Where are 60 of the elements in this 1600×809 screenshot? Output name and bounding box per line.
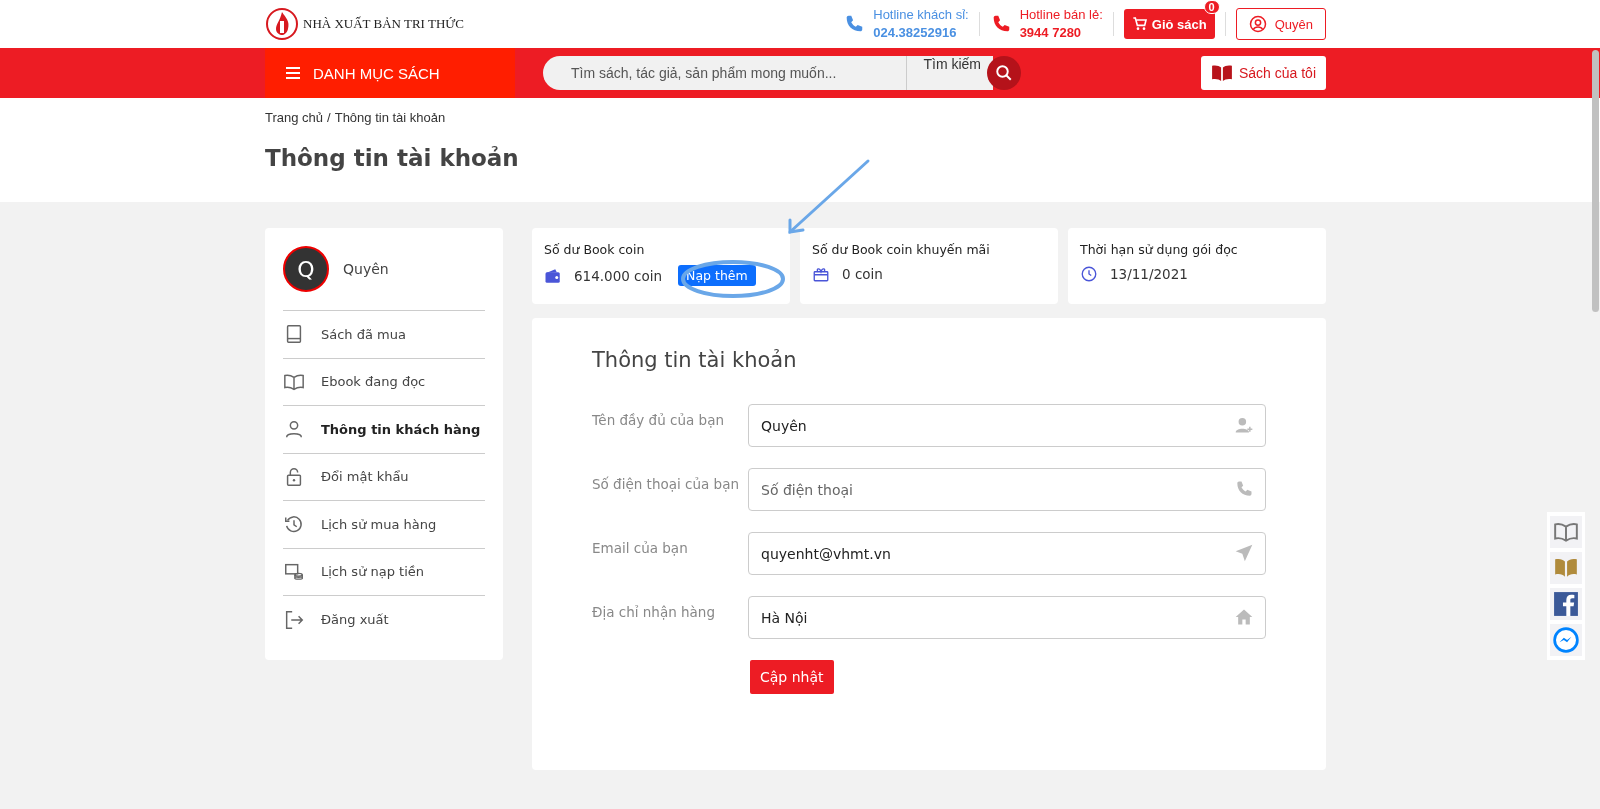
stat-title: Số dư Book coin khuyến mãi (812, 242, 991, 257)
update-button[interactable]: Cập nhật (750, 660, 834, 694)
publisher-name: NHÀ XUẤT BẢN TRI THỨC (303, 16, 465, 32)
breadcrumb-link[interactable]: Thông tin tài khoản (334, 110, 446, 125)
hotline-label: Hotline khách sỉ: (873, 6, 969, 24)
floating-button[interactable] (1550, 516, 1582, 548)
floating-button[interactable] (1550, 624, 1582, 656)
hotline-label: Hotline bán lẻ: (1019, 6, 1103, 24)
open-book-icon (1210, 64, 1233, 82)
page-title: Thông tin tài khoản (265, 145, 520, 171)
floating-button[interactable] (1550, 588, 1582, 620)
user-circle-icon (1248, 15, 1267, 33)
clock-icon (1080, 265, 1098, 283)
menu-icon (285, 66, 301, 80)
stat-value: 614.000 coin (574, 267, 663, 284)
text-field[interactable]: Hà Nội (748, 596, 1266, 639)
breadcrumb-separator: / (327, 110, 331, 125)
search-icon (995, 64, 1013, 82)
sidebar-menu-item[interactable]: Đổi mật khẩu (283, 453, 485, 501)
stat-title: Số dư Book coin (544, 242, 646, 257)
form-title: Thông tin tài khoản (592, 348, 798, 372)
account-button[interactable]: Quyên (1235, 8, 1326, 40)
gift-icon (812, 265, 830, 283)
category-menu-button[interactable]: DANH MỤC SÁCH (265, 48, 515, 98)
stat-title: Thời hạn sử dụng gói đọc (1080, 242, 1239, 257)
sidebar-menu-item[interactable]: Ebook đang đọc (283, 358, 485, 406)
text-field[interactable]: quyenht@vhmt.vn (748, 532, 1266, 575)
field-label: Email của bạn (592, 539, 689, 556)
sidebar-menu-item[interactable]: Thông tin khách hàng (283, 406, 485, 454)
stat-value: 13/11/2021 (1110, 266, 1188, 282)
facebook-icon (1553, 591, 1579, 617)
scrollbar[interactable] (1592, 50, 1599, 312)
cart-count-badge: 0 (1203, 0, 1220, 14)
text-field[interactable]: Số điện thoại (748, 468, 1266, 511)
sidebar-menu-item[interactable]: Lịch sử mua hàng (283, 501, 485, 549)
exit-icon (283, 608, 305, 631)
messenger-icon (1553, 627, 1579, 653)
avatar: Q (283, 246, 329, 292)
breadcrumb-link[interactable]: Trang chủ (265, 110, 324, 125)
sidebar-menu-item[interactable]: Lịch sử nạp tiền (283, 548, 485, 596)
hotline-number[interactable]: 3944 7280 (1019, 24, 1103, 42)
flame-logo-icon (265, 7, 299, 41)
person-add-icon (1234, 415, 1254, 435)
user-name: Quyên (343, 261, 389, 277)
search-field[interactable]: Tìm sách, tác giả, sản phẩm mong muốn... (543, 56, 907, 90)
field-label: Địa chỉ nhận hàng (592, 603, 716, 620)
cart-icon (1131, 16, 1148, 32)
sidebar-menu-item[interactable]: Sách đã mua (283, 311, 485, 359)
sidebar-menu-item[interactable]: Đăng xuất (283, 596, 485, 644)
home-icon (1234, 607, 1254, 627)
text-field[interactable]: Quyên (748, 404, 1266, 447)
phone-icon (1234, 479, 1254, 499)
stat-value: 0 coin (842, 266, 883, 282)
send-icon (1234, 543, 1254, 563)
floating-button[interactable] (1550, 552, 1582, 584)
my-books-button[interactable]: Sách của tôi (1200, 56, 1326, 90)
field-label: Số điện thoại của bạn (592, 475, 740, 492)
search-button[interactable] (987, 56, 1021, 90)
search-label: Tìm kiếm (906, 56, 993, 90)
field-label: Tên đầy đủ của bạn (592, 411, 725, 428)
